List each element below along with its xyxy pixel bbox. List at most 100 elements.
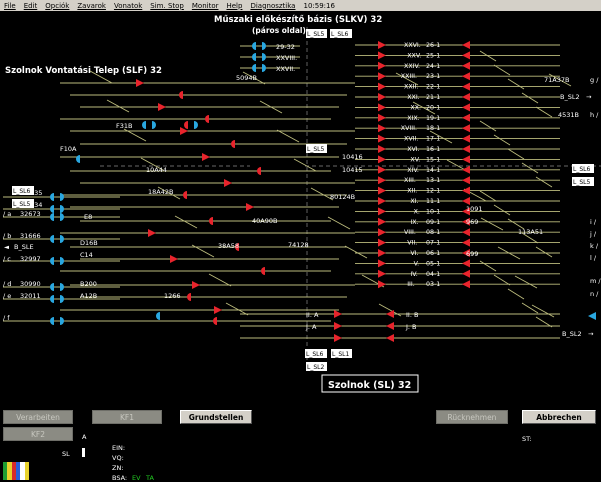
signal-triangle[interactable] bbox=[462, 155, 470, 164]
signal-half-disc[interactable] bbox=[50, 193, 54, 201]
signal-triangle[interactable] bbox=[334, 334, 342, 342]
menu-sim-stop[interactable]: Sim. Stop bbox=[146, 2, 188, 10]
signal-triangle[interactable] bbox=[462, 103, 470, 112]
signal-half-disc[interactable] bbox=[213, 317, 217, 325]
grundstellen-button[interactable]: Grundstellen bbox=[180, 410, 252, 424]
signal-half-disc[interactable] bbox=[262, 64, 266, 72]
sl-box[interactable]: L_SL6 bbox=[330, 29, 352, 38]
signal-triangle[interactable] bbox=[378, 61, 386, 70]
signal-triangle[interactable] bbox=[378, 165, 386, 174]
signal-triangle[interactable] bbox=[462, 197, 470, 205]
signal-half-disc[interactable] bbox=[252, 42, 256, 50]
signal-half-disc[interactable] bbox=[60, 193, 64, 201]
signal-triangle[interactable] bbox=[378, 51, 386, 60]
signal-triangle[interactable] bbox=[378, 176, 386, 185]
sl-box[interactable]: L_SL1 bbox=[331, 349, 352, 358]
menu-edit[interactable]: Edit bbox=[20, 2, 42, 10]
signal-triangle[interactable] bbox=[378, 249, 386, 257]
signal-triangle[interactable] bbox=[462, 61, 470, 70]
signal-half-disc[interactable] bbox=[257, 167, 261, 175]
signal-half-disc[interactable] bbox=[179, 91, 183, 99]
signal-half-disc[interactable] bbox=[252, 53, 256, 61]
rucknehmen-button[interactable]: Rücknehmen bbox=[436, 410, 508, 424]
kf2-button[interactable]: KF2 bbox=[3, 427, 73, 441]
signal-triangle[interactable] bbox=[462, 134, 470, 143]
signal-half-disc[interactable] bbox=[60, 213, 64, 221]
signal-triangle[interactable] bbox=[378, 269, 386, 278]
signal-triangle[interactable] bbox=[386, 334, 394, 342]
sl-box[interactable]: L_SL6 bbox=[305, 349, 327, 358]
signal-half-disc[interactable] bbox=[76, 155, 80, 163]
signal-half-disc[interactable] bbox=[50, 213, 54, 221]
signal-triangle[interactable] bbox=[386, 310, 394, 318]
signal-triangle[interactable] bbox=[378, 280, 386, 289]
signal-half-disc[interactable] bbox=[252, 64, 256, 72]
signal-triangle[interactable] bbox=[136, 79, 144, 87]
signal-triangle[interactable] bbox=[202, 153, 210, 161]
menu-file[interactable]: File bbox=[0, 2, 20, 10]
signal-triangle[interactable] bbox=[462, 186, 470, 195]
signal-half-disc[interactable] bbox=[50, 257, 54, 265]
signal-triangle[interactable] bbox=[378, 238, 386, 247]
menu-diagnostics[interactable]: Diagnosztika bbox=[246, 2, 299, 10]
signal-triangle[interactable] bbox=[462, 51, 470, 60]
signal-triangle[interactable] bbox=[378, 93, 386, 101]
signal-triangle[interactable] bbox=[214, 306, 222, 314]
signal-half-disc[interactable] bbox=[50, 205, 54, 213]
signal-triangle[interactable] bbox=[462, 280, 470, 289]
menu-options[interactable]: Opciók bbox=[41, 2, 73, 10]
signal-triangle[interactable] bbox=[158, 103, 166, 111]
signal-triangle[interactable] bbox=[378, 186, 386, 195]
signal-half-disc[interactable] bbox=[205, 115, 209, 123]
signal-triangle[interactable] bbox=[192, 281, 200, 289]
signal-half-disc[interactable] bbox=[209, 217, 213, 225]
signal-triangle[interactable] bbox=[462, 269, 470, 278]
signal-triangle[interactable] bbox=[378, 134, 386, 143]
signal-triangle[interactable] bbox=[462, 124, 470, 133]
menu-help[interactable]: Help bbox=[222, 2, 246, 10]
menu-monitor[interactable]: Monitor bbox=[188, 2, 223, 10]
signal-triangle[interactable] bbox=[378, 145, 386, 153]
signal-triangle[interactable] bbox=[462, 72, 470, 81]
signal-triangle[interactable] bbox=[334, 310, 342, 318]
signal-triangle[interactable] bbox=[378, 72, 386, 81]
signal-half-disc[interactable] bbox=[261, 267, 265, 275]
sl-box[interactable]: L_SL5 bbox=[306, 144, 327, 153]
abbrechen-button[interactable]: Abbrechen bbox=[522, 410, 596, 424]
signal-triangle[interactable] bbox=[462, 176, 470, 185]
sl-box[interactable]: L_SL6 bbox=[572, 164, 594, 173]
signal-half-disc[interactable] bbox=[60, 205, 64, 213]
signal-triangle[interactable] bbox=[378, 228, 386, 237]
signal-triangle[interactable] bbox=[378, 207, 386, 216]
signal-half-disc[interactable] bbox=[152, 121, 156, 129]
signal-triangle[interactable] bbox=[224, 179, 232, 187]
signal-triangle[interactable] bbox=[378, 103, 386, 112]
signal-triangle[interactable] bbox=[386, 322, 394, 330]
signal-half-disc[interactable] bbox=[50, 283, 54, 291]
signal-triangle[interactable] bbox=[378, 259, 386, 268]
signal-half-disc[interactable] bbox=[50, 317, 54, 325]
signal-half-disc[interactable] bbox=[60, 283, 64, 291]
signal-triangle[interactable] bbox=[588, 312, 596, 320]
menu-trains[interactable]: Vonatok bbox=[110, 2, 146, 10]
signal-half-disc[interactable] bbox=[156, 312, 160, 320]
sl-box[interactable]: L_SL5 bbox=[306, 29, 327, 38]
signal-triangle[interactable] bbox=[378, 197, 386, 205]
signal-triangle[interactable] bbox=[462, 228, 470, 237]
signal-half-disc[interactable] bbox=[142, 121, 146, 129]
signal-triangle[interactable] bbox=[462, 238, 470, 247]
verarbeiten-button[interactable]: Verarbeiten bbox=[3, 410, 73, 424]
signal-half-disc[interactable] bbox=[231, 140, 235, 148]
signal-triangle[interactable] bbox=[246, 203, 254, 211]
signal-triangle[interactable] bbox=[378, 124, 386, 133]
signal-half-disc[interactable] bbox=[60, 235, 64, 243]
signal-triangle[interactable] bbox=[334, 322, 342, 330]
signal-triangle[interactable] bbox=[378, 82, 386, 91]
signal-half-disc[interactable] bbox=[50, 235, 54, 243]
signal-half-disc[interactable] bbox=[262, 42, 266, 50]
signal-triangle[interactable] bbox=[462, 145, 470, 153]
signal-half-disc[interactable] bbox=[262, 53, 266, 61]
signal-triangle[interactable] bbox=[378, 155, 386, 164]
signal-half-disc[interactable] bbox=[60, 257, 64, 265]
signal-triangle[interactable] bbox=[462, 259, 470, 268]
